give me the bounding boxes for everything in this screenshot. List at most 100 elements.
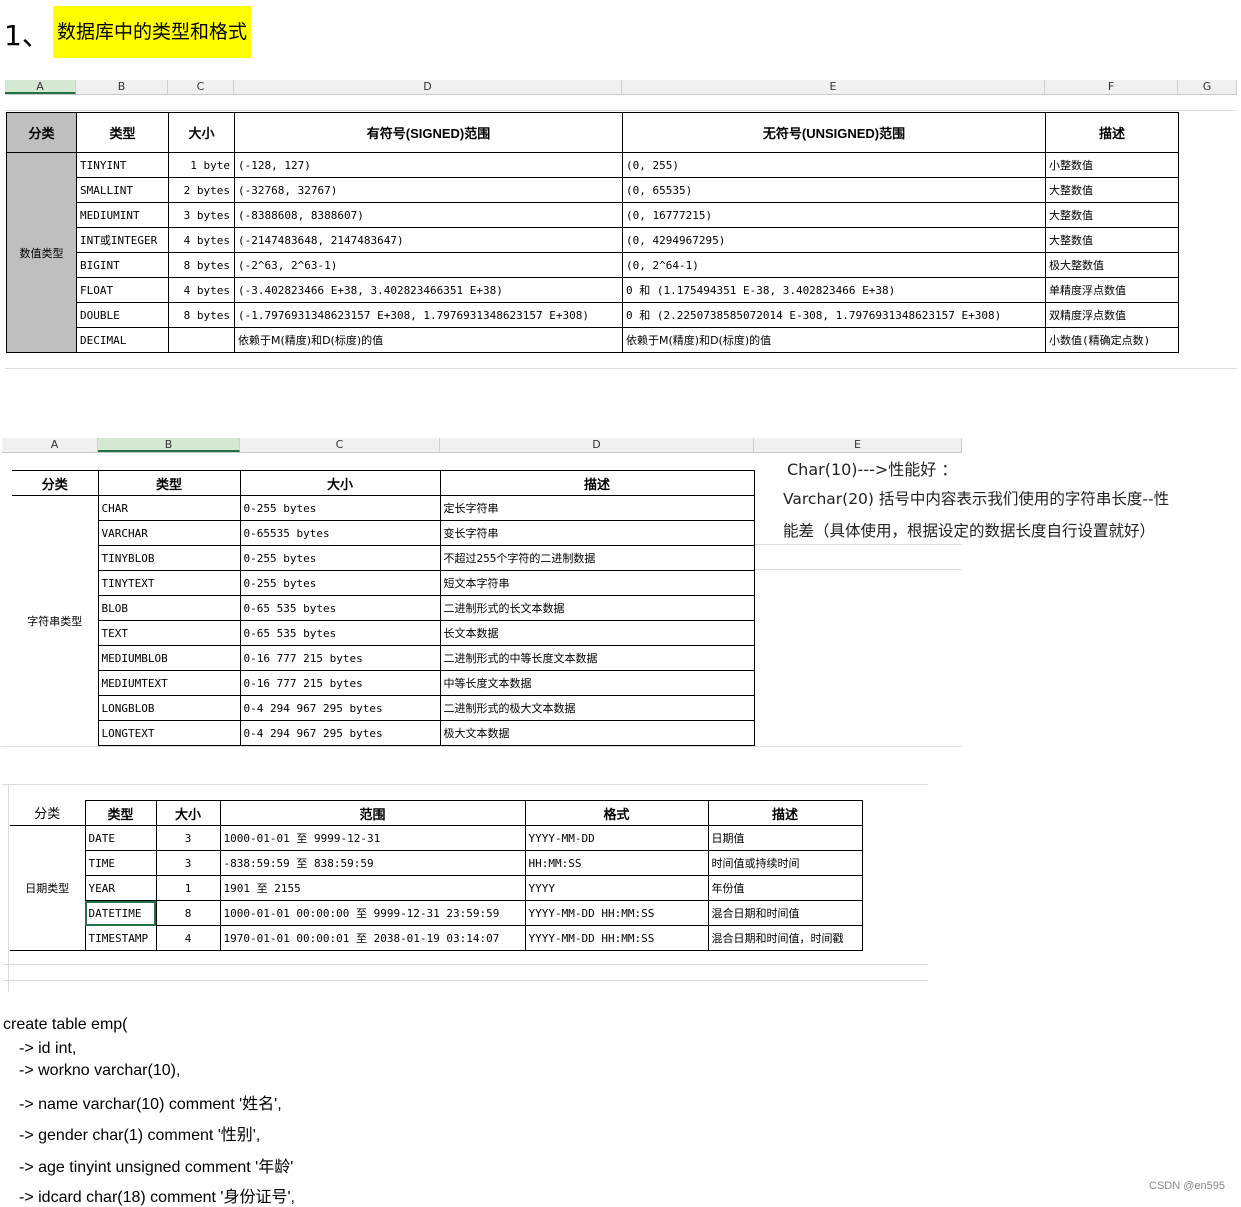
unsigned-cell[interactable]: (0, 65535)	[622, 177, 1046, 203]
format-cell[interactable]: HH:MM:SS	[524, 850, 709, 876]
size-cell[interactable]: 0-65 535 bytes	[239, 620, 441, 646]
format-cell[interactable]: YYYY-MM-DD HH:MM:SS	[524, 900, 709, 926]
column-header[interactable]: D	[440, 438, 754, 452]
signed-cell[interactable]: (-8388608, 8388607)	[234, 202, 623, 228]
desc-cell[interactable]: 短文本字符串	[439, 570, 755, 596]
size-cell[interactable]: 3 bytes	[168, 202, 235, 228]
desc-cell[interactable]: 定长字符串	[439, 495, 755, 521]
type-cell[interactable]: MEDIUMBLOB	[97, 645, 241, 671]
size-cell[interactable]: 1 byte	[168, 152, 235, 178]
range-cell[interactable]: 1970-01-01 00:00:01 至 2038-01-19 03:14:0…	[219, 925, 526, 951]
desc-cell[interactable]: 小数值(精确定点数)	[1045, 327, 1179, 353]
size-cell[interactable]: 2 bytes	[168, 177, 235, 203]
type-cell[interactable]: BLOB	[97, 595, 241, 621]
desc-cell[interactable]: 单精度浮点数值	[1045, 277, 1179, 303]
signed-cell[interactable]: (-3.402823466 E+38, 3.402823466351 E+38)	[234, 277, 623, 303]
size-cell[interactable]: 4 bytes	[168, 277, 235, 303]
size-cell[interactable]: 0-4 294 967 295 bytes	[239, 720, 441, 746]
type-cell[interactable]: DATE	[84, 825, 157, 851]
type-cell[interactable]: YEAR	[84, 875, 157, 901]
desc-cell[interactable]: 大整数值	[1045, 202, 1179, 228]
type-cell[interactable]: LONGTEXT	[97, 720, 241, 746]
column-header[interactable]: F	[1045, 80, 1178, 94]
signed-cell[interactable]: (-2^63, 2^63-1)	[234, 252, 623, 278]
size-cell[interactable]: 8	[155, 900, 221, 926]
desc-cell[interactable]: 大整数值	[1045, 227, 1179, 253]
column-header[interactable]: B	[76, 80, 168, 94]
size-cell[interactable]: 0-255 bytes	[239, 545, 441, 571]
desc-cell[interactable]: 混合日期和时间值	[707, 900, 863, 926]
type-cell[interactable]: TEXT	[97, 620, 241, 646]
unsigned-cell[interactable]: (0, 255)	[622, 152, 1046, 178]
column-header[interactable]: E	[754, 438, 962, 452]
unsigned-cell[interactable]: 0 和 (2.2250738585072014 E-308, 1.7976931…	[622, 302, 1046, 328]
type-cell[interactable]: DOUBLE	[76, 302, 169, 328]
signed-cell[interactable]: 依赖于M(精度)和D(标度)的值	[234, 327, 623, 353]
unsigned-cell[interactable]: 依赖于M(精度)和D(标度)的值	[622, 327, 1046, 353]
unsigned-cell[interactable]: (0, 4294967295)	[622, 227, 1046, 253]
size-cell[interactable]: 0-16 777 215 bytes	[239, 645, 441, 671]
size-cell[interactable]: 0-65535 bytes	[239, 520, 441, 546]
type-cell[interactable]: DECIMAL	[76, 327, 169, 353]
desc-cell[interactable]: 变长字符串	[439, 520, 755, 546]
size-cell[interactable]: 0-255 bytes	[239, 495, 441, 521]
range-cell[interactable]: -838:59:59 至 838:59:59	[219, 850, 526, 876]
desc-cell[interactable]: 不超过255个字符的二进制数据	[439, 545, 755, 571]
desc-cell[interactable]: 小整数值	[1045, 152, 1179, 178]
format-cell[interactable]: YYYY	[524, 875, 709, 901]
type-cell[interactable]: DATETIME	[84, 900, 157, 926]
type-cell[interactable]: TINYBLOB	[97, 545, 241, 571]
size-cell[interactable]: 8 bytes	[168, 252, 235, 278]
desc-cell[interactable]: 日期值	[707, 825, 863, 851]
type-cell[interactable]: SMALLINT	[76, 177, 169, 203]
type-cell[interactable]: MEDIUMTEXT	[97, 670, 241, 696]
desc-cell[interactable]: 二进制形式的极大文本数据	[439, 695, 755, 721]
type-cell[interactable]: CHAR	[97, 495, 241, 521]
desc-cell[interactable]: 大整数值	[1045, 177, 1179, 203]
signed-cell[interactable]: (-1.7976931348623157 E+308, 1.7976931348…	[234, 302, 623, 328]
size-cell[interactable]: 0-255 bytes	[239, 570, 441, 596]
type-cell[interactable]: BIGINT	[76, 252, 169, 278]
type-cell[interactable]: TIMESTAMP	[84, 925, 157, 951]
format-cell[interactable]: YYYY-MM-DD	[524, 825, 709, 851]
signed-cell[interactable]: (-2147483648, 2147483647)	[234, 227, 623, 253]
size-cell[interactable]: 0-4 294 967 295 bytes	[239, 695, 441, 721]
size-cell[interactable]: 3	[155, 850, 221, 876]
type-cell[interactable]: VARCHAR	[97, 520, 241, 546]
desc-cell[interactable]: 年份值	[707, 875, 863, 901]
desc-cell[interactable]: 时间值或持续时间	[707, 850, 863, 876]
unsigned-cell[interactable]: (0, 16777215)	[622, 202, 1046, 228]
column-header[interactable]: G	[1178, 80, 1237, 94]
size-cell[interactable]: 0-16 777 215 bytes	[239, 670, 441, 696]
signed-cell[interactable]: (-128, 127)	[234, 152, 623, 178]
type-cell[interactable]: TIME	[84, 850, 157, 876]
range-cell[interactable]: 1000-01-01 00:00:00 至 9999-12-31 23:59:5…	[219, 900, 526, 926]
size-cell[interactable]: 8 bytes	[168, 302, 235, 328]
range-cell[interactable]: 1000-01-01 至 9999-12-31	[219, 825, 526, 851]
size-cell[interactable]	[168, 327, 235, 353]
type-cell[interactable]: FLOAT	[76, 277, 169, 303]
size-cell[interactable]: 4	[155, 925, 221, 951]
column-header[interactable]: C	[240, 438, 440, 452]
size-cell[interactable]: 4 bytes	[168, 227, 235, 253]
type-cell[interactable]: LONGBLOB	[97, 695, 241, 721]
signed-cell[interactable]: (-32768, 32767)	[234, 177, 623, 203]
column-header[interactable]: A	[5, 80, 76, 94]
unsigned-cell[interactable]: 0 和 (1.175494351 E-38, 3.402823466 E+38)	[622, 277, 1046, 303]
desc-cell[interactable]: 二进制形式的长文本数据	[439, 595, 755, 621]
column-header[interactable]: C	[168, 80, 234, 94]
type-cell[interactable]: TINYTEXT	[97, 570, 241, 596]
type-cell[interactable]: MEDIUMINT	[76, 202, 169, 228]
column-header[interactable]: D	[234, 80, 622, 94]
column-header[interactable]: E	[622, 80, 1045, 94]
unsigned-cell[interactable]: (0, 2^64-1)	[622, 252, 1046, 278]
size-cell[interactable]: 0-65 535 bytes	[239, 595, 441, 621]
size-cell[interactable]: 1	[155, 875, 221, 901]
column-header[interactable]: A	[12, 438, 98, 452]
type-cell[interactable]: INT或INTEGER	[76, 227, 169, 253]
range-cell[interactable]: 1901 至 2155	[219, 875, 526, 901]
size-cell[interactable]: 3	[155, 825, 221, 851]
column-header[interactable]: B	[98, 438, 240, 452]
desc-cell[interactable]: 混合日期和时间值，时间戳	[707, 925, 863, 951]
format-cell[interactable]: YYYY-MM-DD HH:MM:SS	[524, 925, 709, 951]
